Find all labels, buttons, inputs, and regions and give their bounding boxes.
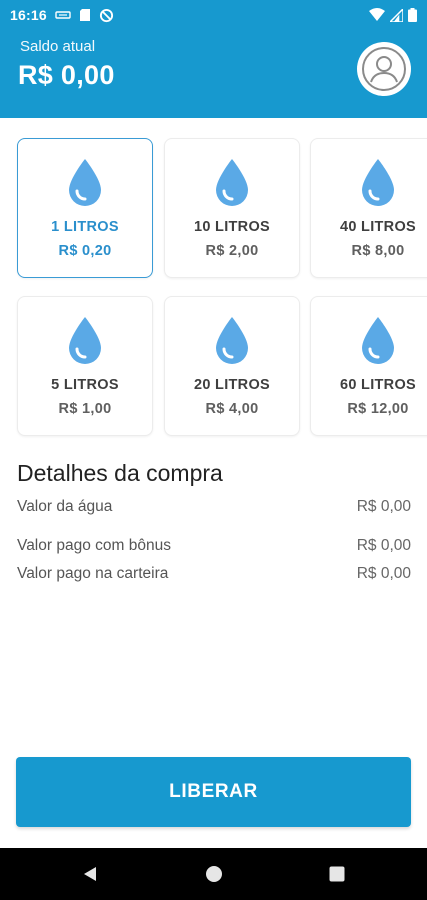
water-drop-icon bbox=[69, 159, 101, 206]
product-card-60-litros[interactable]: 60 LITROS R$ 12,00 bbox=[310, 296, 427, 436]
sd-card-icon bbox=[79, 9, 90, 21]
product-liters: 20 LITROS bbox=[193, 377, 271, 393]
detail-value: R$ 0,00 bbox=[356, 565, 411, 582]
status-time: 16:16 bbox=[10, 7, 47, 23]
detail-row-bonus-paid: Valor pago com bônus R$ 0,00 bbox=[17, 537, 411, 555]
status-bar: 16:16 bbox=[0, 0, 427, 30]
detail-row-wallet-paid: Valor pago na carteira R$ 0,00 bbox=[17, 565, 411, 583]
nav-back-button[interactable] bbox=[78, 862, 102, 886]
product-grid: 1 LITROS R$ 0,20 10 LITROS R$ 2,00 40 LI… bbox=[0, 118, 427, 448]
product-price: R$ 12,00 bbox=[347, 401, 409, 417]
battery-icon bbox=[408, 8, 417, 22]
detail-label: Valor da água bbox=[17, 498, 113, 515]
detail-value: R$ 0,00 bbox=[356, 498, 411, 515]
product-liters: 5 LITROS bbox=[51, 377, 119, 393]
sim-icon bbox=[55, 11, 71, 19]
product-price: R$ 2,00 bbox=[205, 243, 259, 259]
detail-row-water-value: Valor da água R$ 0,00 bbox=[17, 498, 411, 516]
product-liters: 60 LITROS bbox=[339, 377, 417, 393]
liberar-button[interactable]: LIBERAR bbox=[16, 757, 411, 827]
details-title: Detalhes da compra bbox=[17, 460, 223, 486]
water-drop-icon bbox=[216, 159, 248, 206]
balance-label: Saldo atual bbox=[20, 38, 96, 55]
detail-value: R$ 0,00 bbox=[356, 537, 411, 554]
header: Saldo atual R$ 0,00 bbox=[0, 30, 427, 118]
product-price: R$ 4,00 bbox=[205, 401, 259, 417]
product-card-20-litros[interactable]: 20 LITROS R$ 4,00 bbox=[164, 296, 300, 436]
water-drop-icon bbox=[362, 159, 394, 206]
wifi-icon bbox=[369, 8, 385, 21]
user-avatar-icon bbox=[362, 47, 406, 91]
water-drop-icon bbox=[69, 317, 101, 364]
nav-home-button[interactable] bbox=[202, 862, 226, 886]
product-card-5-litros[interactable]: 5 LITROS R$ 1,00 bbox=[17, 296, 153, 436]
water-drop-icon bbox=[362, 317, 394, 364]
product-liters: 1 LITROS bbox=[51, 219, 119, 235]
product-card-10-litros[interactable]: 10 LITROS R$ 2,00 bbox=[164, 138, 300, 278]
product-price: R$ 8,00 bbox=[351, 243, 405, 259]
home-icon bbox=[206, 866, 222, 882]
water-drop-icon bbox=[216, 317, 248, 364]
product-price: R$ 1,00 bbox=[58, 401, 112, 417]
back-icon bbox=[84, 867, 96, 881]
product-liters: 10 LITROS bbox=[193, 219, 271, 235]
balance-value: R$ 0,00 bbox=[18, 60, 115, 90]
system-nav-bar bbox=[0, 848, 427, 900]
product-price: R$ 0,20 bbox=[58, 243, 112, 259]
product-card-40-litros[interactable]: 40 LITROS R$ 8,00 bbox=[310, 138, 427, 278]
signal-icon bbox=[390, 8, 403, 22]
nav-recents-button[interactable] bbox=[325, 862, 349, 886]
product-card-1-litro[interactable]: 1 LITROS R$ 0,20 bbox=[17, 138, 153, 278]
profile-button[interactable] bbox=[357, 42, 411, 96]
recents-icon bbox=[329, 866, 345, 882]
vpn-icon bbox=[99, 8, 113, 22]
detail-label: Valor pago com bônus bbox=[17, 537, 171, 554]
product-liters: 40 LITROS bbox=[339, 219, 417, 235]
detail-label: Valor pago na carteira bbox=[17, 565, 169, 582]
